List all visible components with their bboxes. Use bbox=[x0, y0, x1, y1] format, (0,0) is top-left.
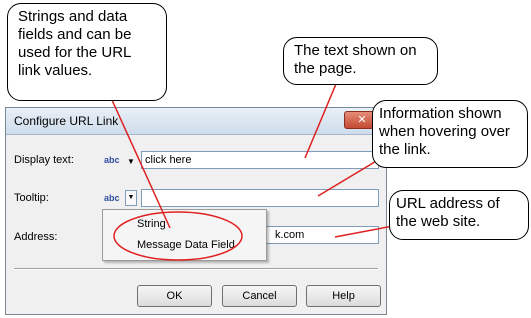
url-pointer-line bbox=[334, 225, 394, 238]
callout-info-hover: Information shown when hovering over the… bbox=[372, 100, 528, 168]
strings-pointer-line bbox=[111, 99, 171, 229]
callout-strings: Strings and data fields and can be used … bbox=[7, 3, 167, 101]
callout-url-address: URL address of the web site. bbox=[389, 190, 529, 240]
info-hover-pointer-line bbox=[317, 159, 379, 197]
highlight-ellipse bbox=[113, 211, 243, 261]
text-shown-pointer-line bbox=[304, 83, 337, 159]
callout-text-shown: The text shown on the page. bbox=[283, 37, 438, 85]
